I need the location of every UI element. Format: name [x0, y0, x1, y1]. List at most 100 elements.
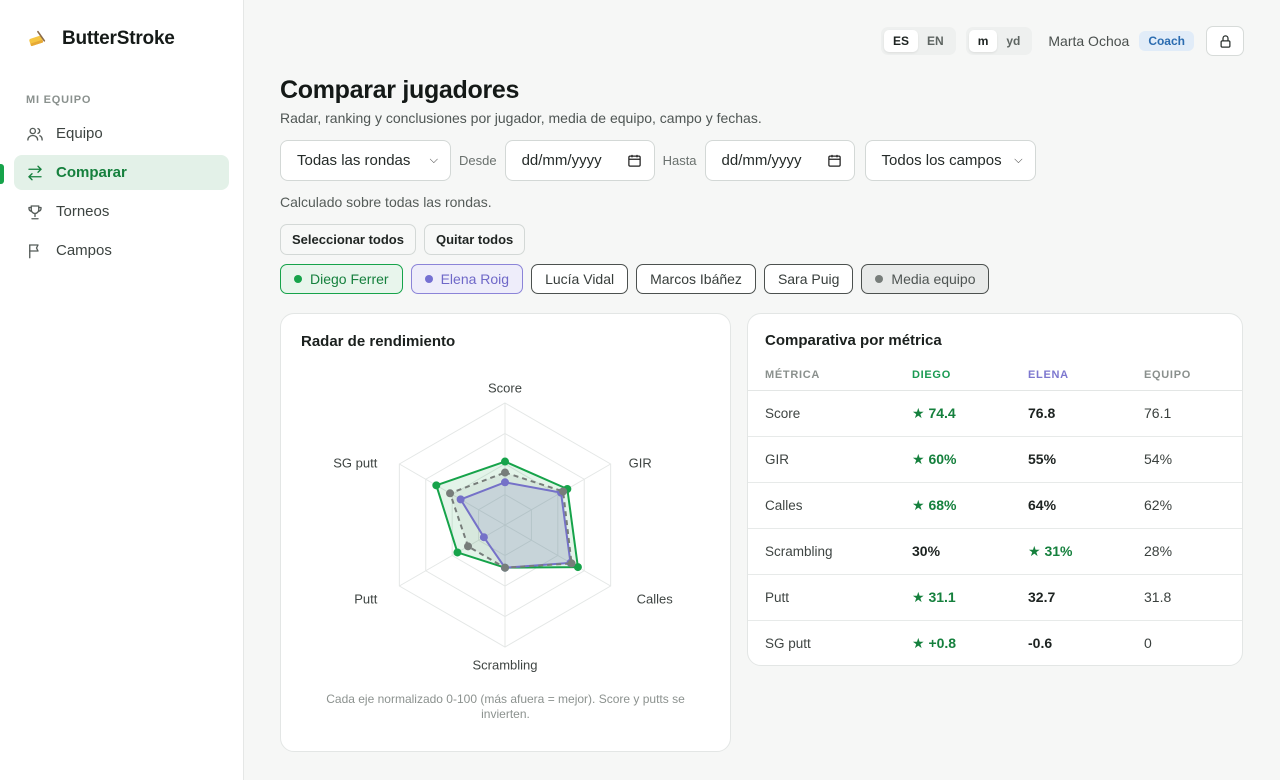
to-label: Hasta	[662, 153, 697, 168]
player-chip-sara[interactable]: Sara Puig	[763, 264, 854, 294]
trophy-icon	[28, 204, 42, 219]
player-chip-label: Diego Ferrer	[310, 271, 389, 287]
series-dot-icon	[424, 275, 433, 283]
diego-value-cell: ★ +0.8	[912, 634, 957, 651]
radar-point	[501, 563, 509, 572]
sidebar-item-campos[interactable]: Campos	[14, 233, 229, 268]
course-select[interactable]: Todos los campos ⌵	[864, 140, 1036, 181]
radar-point	[453, 548, 462, 557]
butter-logo-icon	[29, 30, 46, 47]
radar-point	[501, 468, 509, 477]
page-title: Comparar jugadores	[280, 76, 520, 104]
radar-point	[501, 457, 509, 466]
player-chip-label: Marcos Ibáñez	[650, 271, 742, 287]
page-subtitle: Radar, ranking y conclusiones por jugado…	[280, 110, 762, 126]
lock-icon	[1220, 34, 1230, 48]
brand-name: ButterStroke	[62, 28, 175, 49]
calculation-note: Calculado sobre todas las rondas.	[280, 194, 492, 210]
metric-cell: Score	[748, 390, 895, 437]
language-toggle: ES EN	[881, 27, 956, 55]
from-label: Desde	[459, 153, 497, 168]
player-chip-marcos[interactable]: Marcos Ibáñez	[636, 264, 756, 294]
radar-point	[567, 559, 576, 568]
sidebar-item-equipo[interactable]: Equipo	[14, 116, 229, 151]
select-all-button[interactable]: Seleccionar todos	[280, 224, 416, 255]
series-dot-icon	[294, 275, 302, 283]
radar-point	[464, 542, 473, 551]
flag-icon	[29, 243, 39, 258]
calendar-icon	[827, 154, 841, 167]
chevron-down-icon: ⌵	[429, 154, 438, 166]
player-chips: Diego Ferrer Elena Roig Lucía Vidal Marc…	[280, 264, 990, 294]
radar-axis-label: GIR	[629, 455, 652, 470]
metric-cell: SG putt	[765, 635, 811, 651]
team-value-cell: 62%	[1127, 482, 1242, 529]
player-chip-label: Sara Puig	[777, 271, 840, 287]
elena-value-cell: 32.7	[1011, 574, 1127, 621]
table-row: Score ★ 74.4 76.8 76.1	[748, 390, 1242, 437]
elena-value-cell: 64%	[1011, 482, 1127, 529]
role-badge: Coach	[1139, 31, 1194, 51]
diego-value-cell: ★ 74.4	[895, 390, 1011, 437]
radar-point	[559, 487, 568, 496]
arrows-icon	[28, 165, 42, 180]
lock-button[interactable]	[1206, 26, 1244, 56]
radar-axis-label: Scrambling	[472, 657, 537, 672]
clear-all-button[interactable]: Quitar todos	[423, 224, 526, 255]
chevron-down-icon: ⌵	[1014, 154, 1023, 166]
player-chip-elena[interactable]: Elena Roig	[410, 264, 524, 294]
table-row: GIR ★ 60% 55% 54%	[748, 436, 1242, 483]
column-header-elena: ELENA	[1011, 360, 1127, 391]
table-row: Putt ★ 31.1 32.7 31.8	[748, 574, 1242, 621]
radar-caption: Cada eje normalizado 0-100 (más afuera =…	[326, 692, 685, 721]
comparison-table: MÉTRICA DIEGO ELENA EQUIPO Score ★ 74.4 76…	[748, 360, 1242, 666]
units-m-button[interactable]: m	[968, 30, 998, 52]
metric-cell: Scrambling	[748, 528, 895, 575]
diego-value-cell: ★ 31.1	[895, 574, 1011, 621]
team-value-cell: 28%	[1127, 528, 1242, 575]
elena-value-cell: ★ 31%	[1011, 528, 1127, 575]
column-header-metric: MÉTRICA	[748, 360, 895, 391]
to-date-input[interactable]: dd/mm/yyyy	[704, 140, 855, 181]
radar-point	[432, 481, 441, 490]
radar-point	[446, 489, 455, 498]
column-header-diego: DIEGO	[895, 360, 1011, 391]
lang-en-button[interactable]: EN	[918, 30, 953, 52]
sidebar-item-comparar[interactable]: Comparar	[14, 155, 229, 190]
player-chip-lucia[interactable]: Lucía Vidal	[531, 264, 629, 294]
from-date-input[interactable]: dd/mm/yyyy	[504, 140, 655, 181]
comparison-title: Comparativa por métrica	[765, 332, 942, 349]
team-value-cell: 76.1	[1127, 390, 1242, 437]
radar-card: Radar de rendimiento Score GIR Calles Scram…	[280, 313, 731, 752]
sidebar-section-label: MI EQUIPO	[26, 94, 92, 106]
sidebar-item-torneos[interactable]: Torneos	[14, 194, 229, 229]
player-chip-diego[interactable]: Diego Ferrer	[280, 264, 403, 294]
radar-axis-label: Calles	[637, 591, 674, 606]
team-value-cell: 0	[1144, 635, 1152, 652]
radar-chart: Score GIR Calles Scrambling Putt SG putt	[333, 380, 674, 672]
units-yd-button[interactable]: yd	[997, 30, 1029, 52]
radar-axis-label: SG putt	[333, 455, 377, 470]
sidebar-item-label: Campos	[56, 242, 112, 259]
sidebar-item-label: Comparar	[56, 164, 127, 181]
users-icon	[27, 127, 43, 141]
lang-es-button[interactable]: ES	[884, 30, 919, 52]
selection-actions: Seleccionar todos Quitar todos	[280, 224, 526, 255]
player-chip-label: Elena Roig	[440, 271, 510, 287]
filters-bar: Todas las rondas ⌵ Desde dd/mm/yyyy Hast…	[280, 140, 1036, 181]
brand[interactable]: ButterStroke	[26, 28, 175, 50]
diego-value-cell: 30%	[895, 528, 1011, 575]
user-name: Marta Ochoa	[1048, 33, 1130, 49]
column-header-team: EQUIPO	[1127, 360, 1242, 391]
table-row: Scrambling 30% ★ 31% 28%	[748, 528, 1242, 575]
radar-axis-label: Putt	[354, 591, 378, 606]
rounds-select[interactable]: Todas las rondas ⌵	[280, 140, 451, 181]
player-chip-label: Media equipo	[891, 271, 976, 287]
metric-cell: Calles	[748, 482, 895, 529]
elena-value-cell: -0.6	[1028, 635, 1053, 652]
team-value-cell: 54%	[1127, 436, 1242, 483]
sidebar-nav: Equipo Comparar Torneos Campos	[14, 116, 229, 272]
metric-cell: GIR	[748, 436, 895, 483]
player-chip-media-equipo[interactable]: Media equipo	[861, 264, 990, 294]
radar-axis-label: Score	[488, 380, 522, 395]
